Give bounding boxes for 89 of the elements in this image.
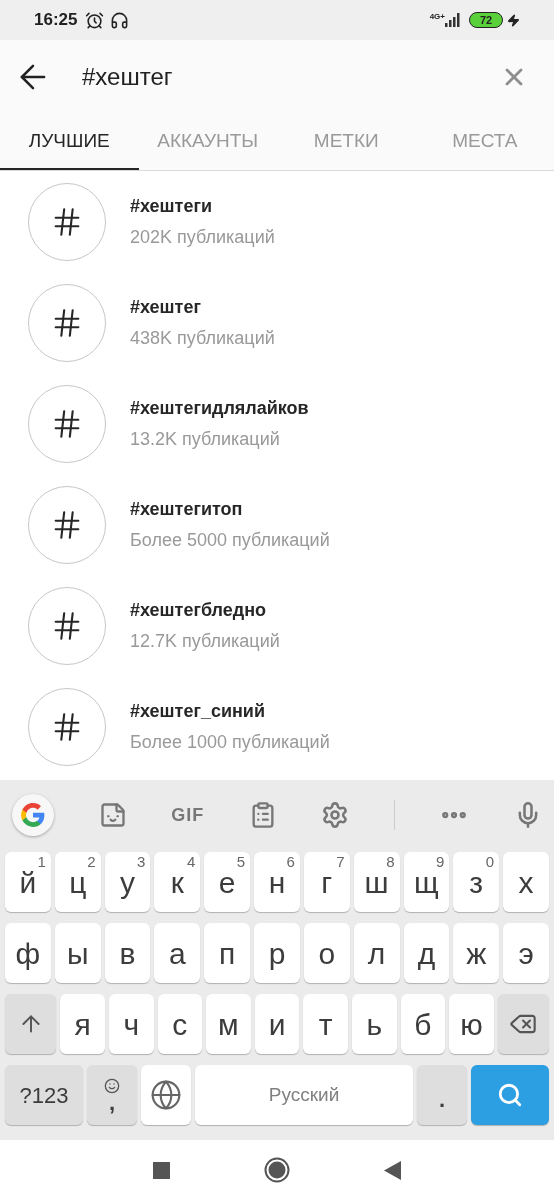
- hashtag-result[interactable]: #хештег 438K публикаций: [0, 272, 554, 373]
- gif-button[interactable]: GIF: [171, 801, 205, 829]
- signal-icon: [445, 13, 461, 27]
- key-number-hint: 3: [137, 853, 146, 871]
- post-count: 13.2K публикаций: [130, 427, 281, 451]
- key[interactable]: с: [157, 994, 203, 1054]
- key-number-hint: 2: [87, 853, 96, 871]
- key[interactable]: ю: [449, 994, 494, 1054]
- post-count: Более 1000 публикаций: [130, 730, 330, 754]
- comma-label: ,: [108, 1094, 116, 1112]
- key-number-hint: 7: [336, 853, 345, 871]
- key[interactable]: л: [353, 923, 400, 983]
- key[interactable]: э: [503, 923, 549, 983]
- hashtag-name: #хештеги: [130, 194, 213, 218]
- key[interactable]: х: [503, 852, 549, 912]
- key[interactable]: г 7: [303, 852, 350, 912]
- hashtag-name: #хештег: [130, 295, 202, 319]
- post-count: 438K публикаций: [130, 326, 275, 350]
- key[interactable]: ь: [351, 994, 397, 1054]
- key-number-hint: 6: [286, 853, 295, 871]
- key[interactable]: б: [400, 994, 446, 1054]
- google-logo-icon: [20, 802, 46, 828]
- period-key[interactable]: .: [417, 1065, 467, 1125]
- hashtag-name: #хештег_синий: [130, 699, 266, 723]
- headphones-icon: [110, 10, 130, 30]
- key-number-hint: 8: [386, 853, 395, 871]
- battery-indicator: 72: [469, 12, 503, 28]
- key[interactable]: м: [206, 994, 251, 1054]
- shift-key[interactable]: [5, 994, 57, 1054]
- post-count: 12.7K публикаций: [130, 629, 280, 653]
- network-type: 4G+: [429, 11, 445, 23]
- key-number-hint: 1: [37, 853, 46, 871]
- hashtag-result[interactable]: #хештегидлялайков 13.2K публикаций: [0, 373, 554, 474]
- symbols-key[interactable]: ?123: [5, 1065, 83, 1125]
- key[interactable]: ф: [5, 923, 51, 983]
- key[interactable]: з 0: [453, 852, 500, 912]
- post-count: Более 5000 публикаций: [130, 528, 330, 552]
- space-key[interactable]: Русский: [195, 1065, 413, 1125]
- settings-icon[interactable]: [321, 801, 350, 829]
- hashtag-name: #хештегбледно: [130, 598, 268, 622]
- key[interactable]: я: [60, 994, 105, 1054]
- tab[interactable]: ЛУЧШИЕ: [0, 114, 139, 170]
- search-icon: [497, 1082, 523, 1108]
- search-key[interactable]: [471, 1065, 549, 1125]
- charging-icon: [507, 13, 520, 27]
- key[interactable]: а: [154, 923, 201, 983]
- search-field[interactable]: #хештег: [82, 59, 500, 95]
- home-icon[interactable]: [264, 1157, 290, 1183]
- key[interactable]: ж: [453, 923, 500, 983]
- back-nav-icon[interactable]: [384, 1160, 401, 1180]
- google-button[interactable]: [12, 794, 54, 836]
- key-number-hint: 5: [236, 853, 246, 871]
- key[interactable]: т: [303, 994, 348, 1054]
- key[interactable]: ш 8: [353, 852, 400, 912]
- key-number-hint: 0: [485, 853, 495, 871]
- hashtag-name: #хештегидлялайков: [130, 396, 309, 420]
- key[interactable]: е 5: [204, 852, 251, 912]
- key[interactable]: н 6: [254, 852, 300, 912]
- key[interactable]: щ 9: [403, 852, 450, 912]
- key[interactable]: д: [403, 923, 450, 983]
- key[interactable]: ы: [54, 923, 101, 983]
- key[interactable]: р: [254, 923, 300, 983]
- recents-icon[interactable]: [153, 1161, 170, 1179]
- key-number-hint: 4: [186, 853, 196, 871]
- hashtag-result[interactable]: #хештеги 202K публикаций: [0, 171, 554, 272]
- hashtag-result[interactable]: #хештег_синий Более 1000 публикаций: [0, 676, 554, 777]
- backspace-key[interactable]: [497, 994, 550, 1054]
- alarm-icon: [85, 10, 105, 30]
- key[interactable]: ц 2: [54, 852, 101, 912]
- sticker-icon[interactable]: [98, 801, 127, 829]
- key[interactable]: ч: [108, 994, 154, 1054]
- language-key[interactable]: [141, 1065, 191, 1125]
- key[interactable]: к 4: [154, 852, 201, 912]
- hashtag-result[interactable]: #хештегитоп Более 5000 публикаций: [0, 474, 554, 575]
- status-time: 16:25: [34, 9, 78, 32]
- key[interactable]: п: [204, 923, 251, 983]
- hashtag-result[interactable]: #хештегбледно 12.7K публикаций: [0, 575, 554, 676]
- key[interactable]: у 3: [104, 852, 151, 912]
- globe-icon: [150, 1079, 182, 1111]
- search-bar[interactable]: #хештег: [0, 40, 554, 114]
- key[interactable]: о: [303, 923, 350, 983]
- post-count: 202K публикаций: [130, 225, 275, 249]
- key[interactable]: и: [254, 994, 300, 1054]
- key-number-hint: 9: [435, 853, 445, 871]
- key[interactable]: в: [104, 923, 151, 983]
- smiley-icon: [104, 1078, 120, 1094]
- emoji-comma-key[interactable]: ,: [87, 1065, 137, 1125]
- hashtag-name: #хештегитоп: [130, 497, 244, 521]
- key[interactable]: й 1: [5, 852, 51, 912]
